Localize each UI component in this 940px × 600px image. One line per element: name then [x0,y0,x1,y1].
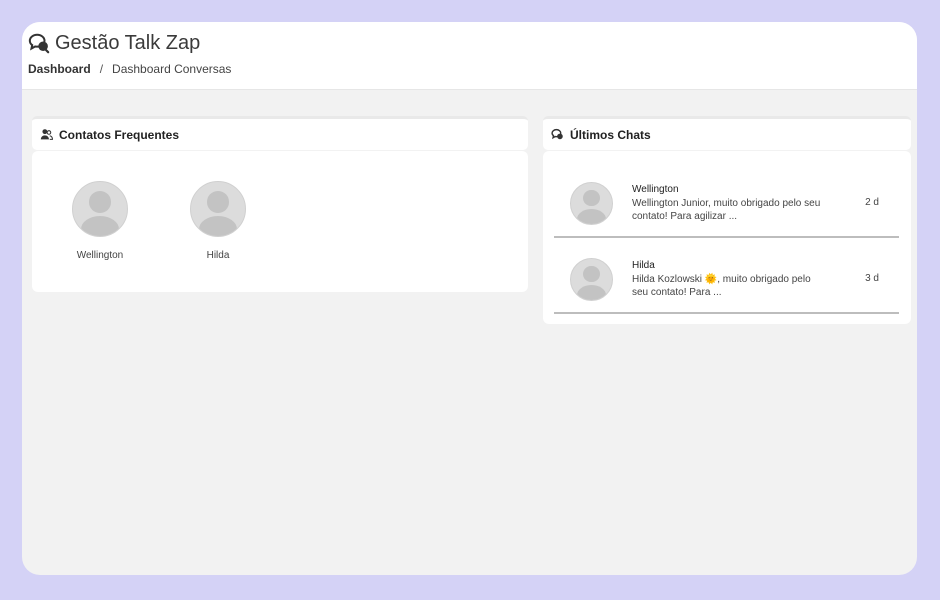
contact-name: Wellington [76,250,124,261]
breadcrumb-separator: / [99,62,104,76]
recent-chats-title: Últimos Chats [570,127,651,142]
chat-item-hilda[interactable]: Hilda Hilda Kozlowski 🌞, muito obrigado … [554,239,899,314]
avatar-head [583,189,600,207]
chat-time: 3 d [865,273,879,284]
frequent-contacts-panel: Wellington Hilda [32,151,528,292]
chat-item-wellington[interactable]: Wellington Wellington Junior, muito obri… [554,163,899,238]
contact-name: Hilda [206,250,230,261]
contact-hilda[interactable]: Hilda [173,181,263,261]
avatar-body [80,216,120,236]
frequent-contacts-header: Contatos Frequentes [32,116,528,150]
avatar [570,182,613,225]
avatar [190,181,246,237]
chat-bubbles-icon [28,33,50,54]
avatar [570,258,613,301]
chat-contact-name: Wellington [632,184,679,195]
breadcrumb: Dashboard / Dashboard Conversas [28,62,917,76]
chat-time: 2 d [865,197,879,208]
avatar-body [198,216,238,236]
breadcrumb-dashboard-link[interactable]: Dashboard [28,62,91,76]
users-icon [40,129,53,140]
contact-wellington[interactable]: Wellington [55,181,145,261]
avatar-body [576,208,607,224]
avatar-head [207,191,229,213]
chat-contact-name: Hilda [632,260,655,271]
app-window: Gestão Talk Zap Dashboard / Dashboard Co… [22,22,917,575]
avatar-body [576,284,607,300]
chat-last-message: Wellington Junior, muito obrigado pelo s… [632,198,821,222]
title-row: Gestão Talk Zap [28,30,917,56]
header: Gestão Talk Zap Dashboard / Dashboard Co… [22,22,917,90]
avatar-head [583,265,600,283]
app-title: Gestão Talk Zap [55,31,201,54]
avatar [72,181,128,237]
chat-last-message: Hilda Kozlowski 🌞, muito obrigado pelo s… [632,274,811,298]
recent-chats-header: Últimos Chats [543,116,911,150]
chat-bubbles-icon [551,128,563,140]
frequent-contacts-title: Contatos Frequentes [59,127,180,142]
avatar-head [89,191,111,213]
breadcrumb-current: Dashboard Conversas [112,62,232,76]
recent-chats-panel: Wellington Wellington Junior, muito obri… [543,151,911,324]
